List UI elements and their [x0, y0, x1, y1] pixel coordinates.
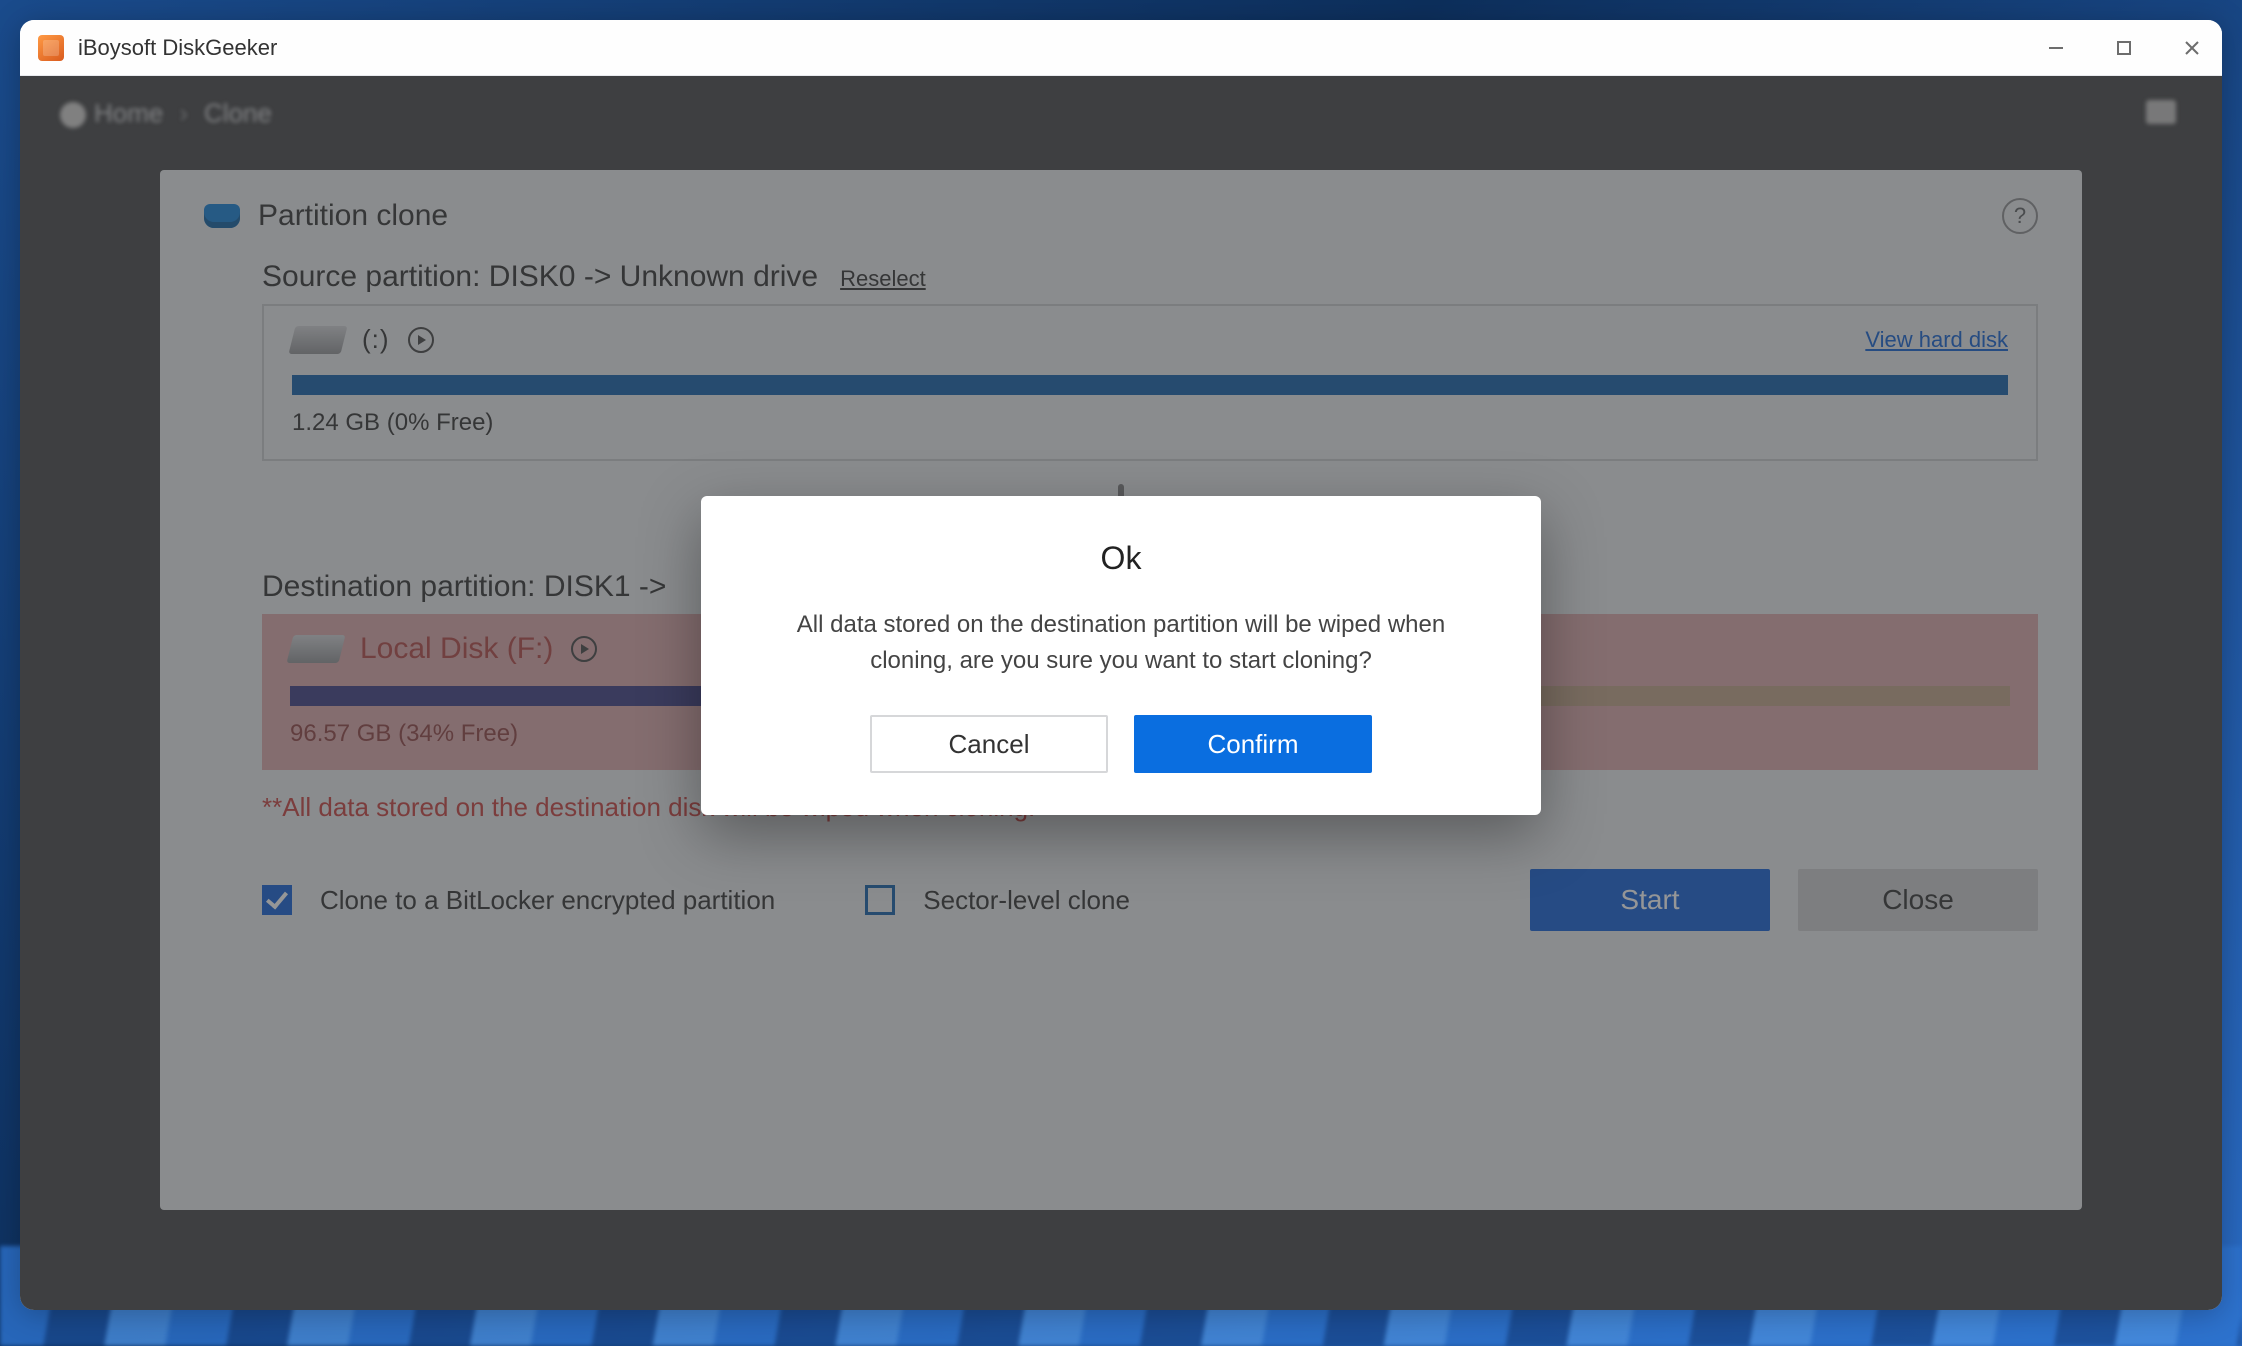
breadcrumb: Home › Clone — [60, 98, 272, 129]
view-hard-disk-link[interactable]: View hard disk — [1865, 327, 2008, 353]
sector-checkbox[interactable] — [865, 885, 895, 915]
dialog-title: Ok — [757, 540, 1485, 577]
sector-label: Sector-level clone — [923, 885, 1130, 916]
confirm-button[interactable]: Confirm — [1134, 715, 1372, 773]
breadcrumb-page: Clone — [204, 98, 272, 129]
bitlocker-checkbox[interactable] — [262, 885, 292, 915]
bitlocker-label: Clone to a BitLocker encrypted partition — [320, 885, 775, 916]
disk-icon — [204, 204, 240, 228]
dialog-message: All data stored on the destination parti… — [757, 607, 1485, 679]
arrow-right-icon[interactable] — [408, 327, 434, 353]
help-button[interactable]: ? — [2002, 198, 2038, 234]
start-button[interactable]: Start — [1530, 869, 1770, 931]
close-panel-button[interactable]: Close — [1798, 869, 2038, 931]
client-area: Home › Clone Partition clone ? Source pa… — [20, 76, 2222, 1310]
cancel-button[interactable]: Cancel — [870, 715, 1108, 773]
arrow-right-icon[interactable] — [571, 636, 597, 662]
panel-footer: Clone to a BitLocker encrypted partition… — [262, 869, 2038, 931]
hdd-icon — [287, 635, 346, 663]
panel-header: Partition clone ? — [204, 198, 2038, 234]
menu-icon[interactable] — [2146, 100, 2176, 124]
home-icon — [60, 102, 86, 128]
source-label: Source partition: DISK0 -> Unknown drive — [262, 260, 818, 294]
source-section-label: Source partition: DISK0 -> Unknown drive… — [262, 260, 2038, 294]
panel-title: Partition clone — [258, 199, 448, 233]
destination-label: Destination partition: DISK1 -> — [262, 570, 666, 604]
close-button[interactable] — [2180, 36, 2204, 60]
destination-drive-title: Local Disk (F:) — [360, 632, 553, 666]
app-window: iBoysoft DiskGeeker Home › Clone Partiti… — [20, 20, 2222, 1310]
breadcrumb-home[interactable]: Home — [94, 98, 163, 128]
hdd-icon — [289, 326, 348, 354]
source-drive-letter: (:) — [362, 324, 390, 355]
source-usage-bar — [292, 375, 2008, 395]
confirm-dialog: Ok All data stored on the destination pa… — [701, 496, 1541, 815]
app-title: iBoysoft DiskGeeker — [78, 35, 277, 61]
source-partition-box: (:) View hard disk 1.24 GB (0% Free) — [262, 304, 2038, 461]
app-icon — [38, 35, 64, 61]
minimize-button[interactable] — [2044, 36, 2068, 60]
source-usage-text: 1.24 GB (0% Free) — [292, 409, 2008, 437]
breadcrumb-separator: › — [179, 98, 188, 129]
title-bar: iBoysoft DiskGeeker — [20, 20, 2222, 76]
reselect-link[interactable]: Reselect — [840, 266, 926, 292]
window-controls — [2044, 36, 2204, 60]
maximize-button[interactable] — [2112, 36, 2136, 60]
